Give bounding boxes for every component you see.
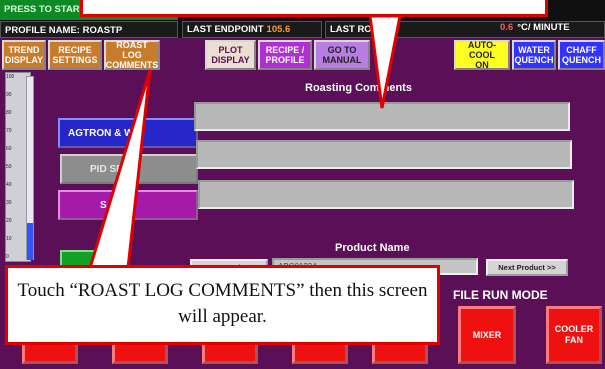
tab-recipe-settings[interactable]: RECIPE SETTINGS xyxy=(48,40,102,70)
next-product-button[interactable]: Next Product >> xyxy=(486,259,568,276)
gauge-tick-label: 100 xyxy=(6,74,15,80)
setup-button[interactable]: S xyxy=(58,190,198,220)
gauge-tick-label: 40 xyxy=(6,182,12,188)
instruction-callout: Touch “ROAST LOG COMMENTS” then this scr… xyxy=(5,265,440,345)
tab-chaff-quench[interactable]: CHAFF QUENCH xyxy=(558,40,605,70)
last-endpoint-value: 105.6 xyxy=(266,24,291,35)
tab-water-quench[interactable]: WATER QUENCH xyxy=(512,40,556,70)
gauge-tick-label: 70 xyxy=(6,128,12,134)
hmi-screen: PRESS TO START PROFILE RUN PROFILE NAME:… xyxy=(0,0,605,369)
tab-recipe-profile[interactable]: RECIPE / PROFILE xyxy=(258,40,312,70)
pid-settings-button[interactable]: PID SE xyxy=(60,154,198,184)
tab-plot-display[interactable]: PLOT DISPLAY xyxy=(205,40,256,70)
tab-trend-display[interactable]: TREND DISPLAY xyxy=(2,40,46,70)
mixer-button[interactable]: MIXER xyxy=(458,306,516,364)
product-name-label: Product Name xyxy=(335,242,410,254)
gauge-scale: 100 90 80 70 60 50 40 30 20 10 0 xyxy=(6,74,24,260)
gauge-tick-label: 90 xyxy=(6,92,12,98)
last-endpoint: LAST ENDPOINT 105.6 xyxy=(182,21,322,38)
callout-top-box xyxy=(80,0,548,17)
comment-field-1[interactable] xyxy=(194,102,570,131)
gauge-tick-label: 30 xyxy=(6,200,12,206)
gauge-fill xyxy=(27,223,33,260)
comment-field-3[interactable] xyxy=(198,180,574,209)
tab-auto-cool[interactable]: AUTO-COOL ON xyxy=(454,40,510,70)
last-endpoint-label: LAST ENDPOINT xyxy=(187,24,264,35)
comment-field-2[interactable] xyxy=(196,140,572,169)
ror-readout: 0.6 °C/ MINUTE xyxy=(500,22,570,33)
last-roast-label: LAST ROAST xyxy=(330,24,391,35)
tab-go-to-manual[interactable]: GO TO MANUAL xyxy=(314,40,370,70)
profile-name: PROFILE NAME: ROASTP xyxy=(0,21,178,38)
gauge-tick-label: 10 xyxy=(6,236,12,242)
gauge-tick-label: 60 xyxy=(6,146,12,152)
ror-unit: °C/ MINUTE xyxy=(517,22,570,33)
gauge-tick-label: 0 xyxy=(6,254,9,260)
profile-run-mode-title: FILE RUN MODE xyxy=(453,288,548,302)
gauge-tick-label: 50 xyxy=(6,164,12,170)
gauge-tick-label: 80 xyxy=(6,110,12,116)
ror-value: 0.6 xyxy=(500,22,514,33)
tab-roast-log-comments[interactable]: ROAST LOG COMMENTS xyxy=(104,40,160,70)
agtron-button[interactable]: AGTRON & WE xyxy=(58,118,198,148)
roasting-comments-title: Roasting Comments xyxy=(305,82,412,94)
cooler-fan-button[interactable]: COOLER FAN xyxy=(546,306,602,364)
gauge-tick-label: 20 xyxy=(6,218,12,224)
